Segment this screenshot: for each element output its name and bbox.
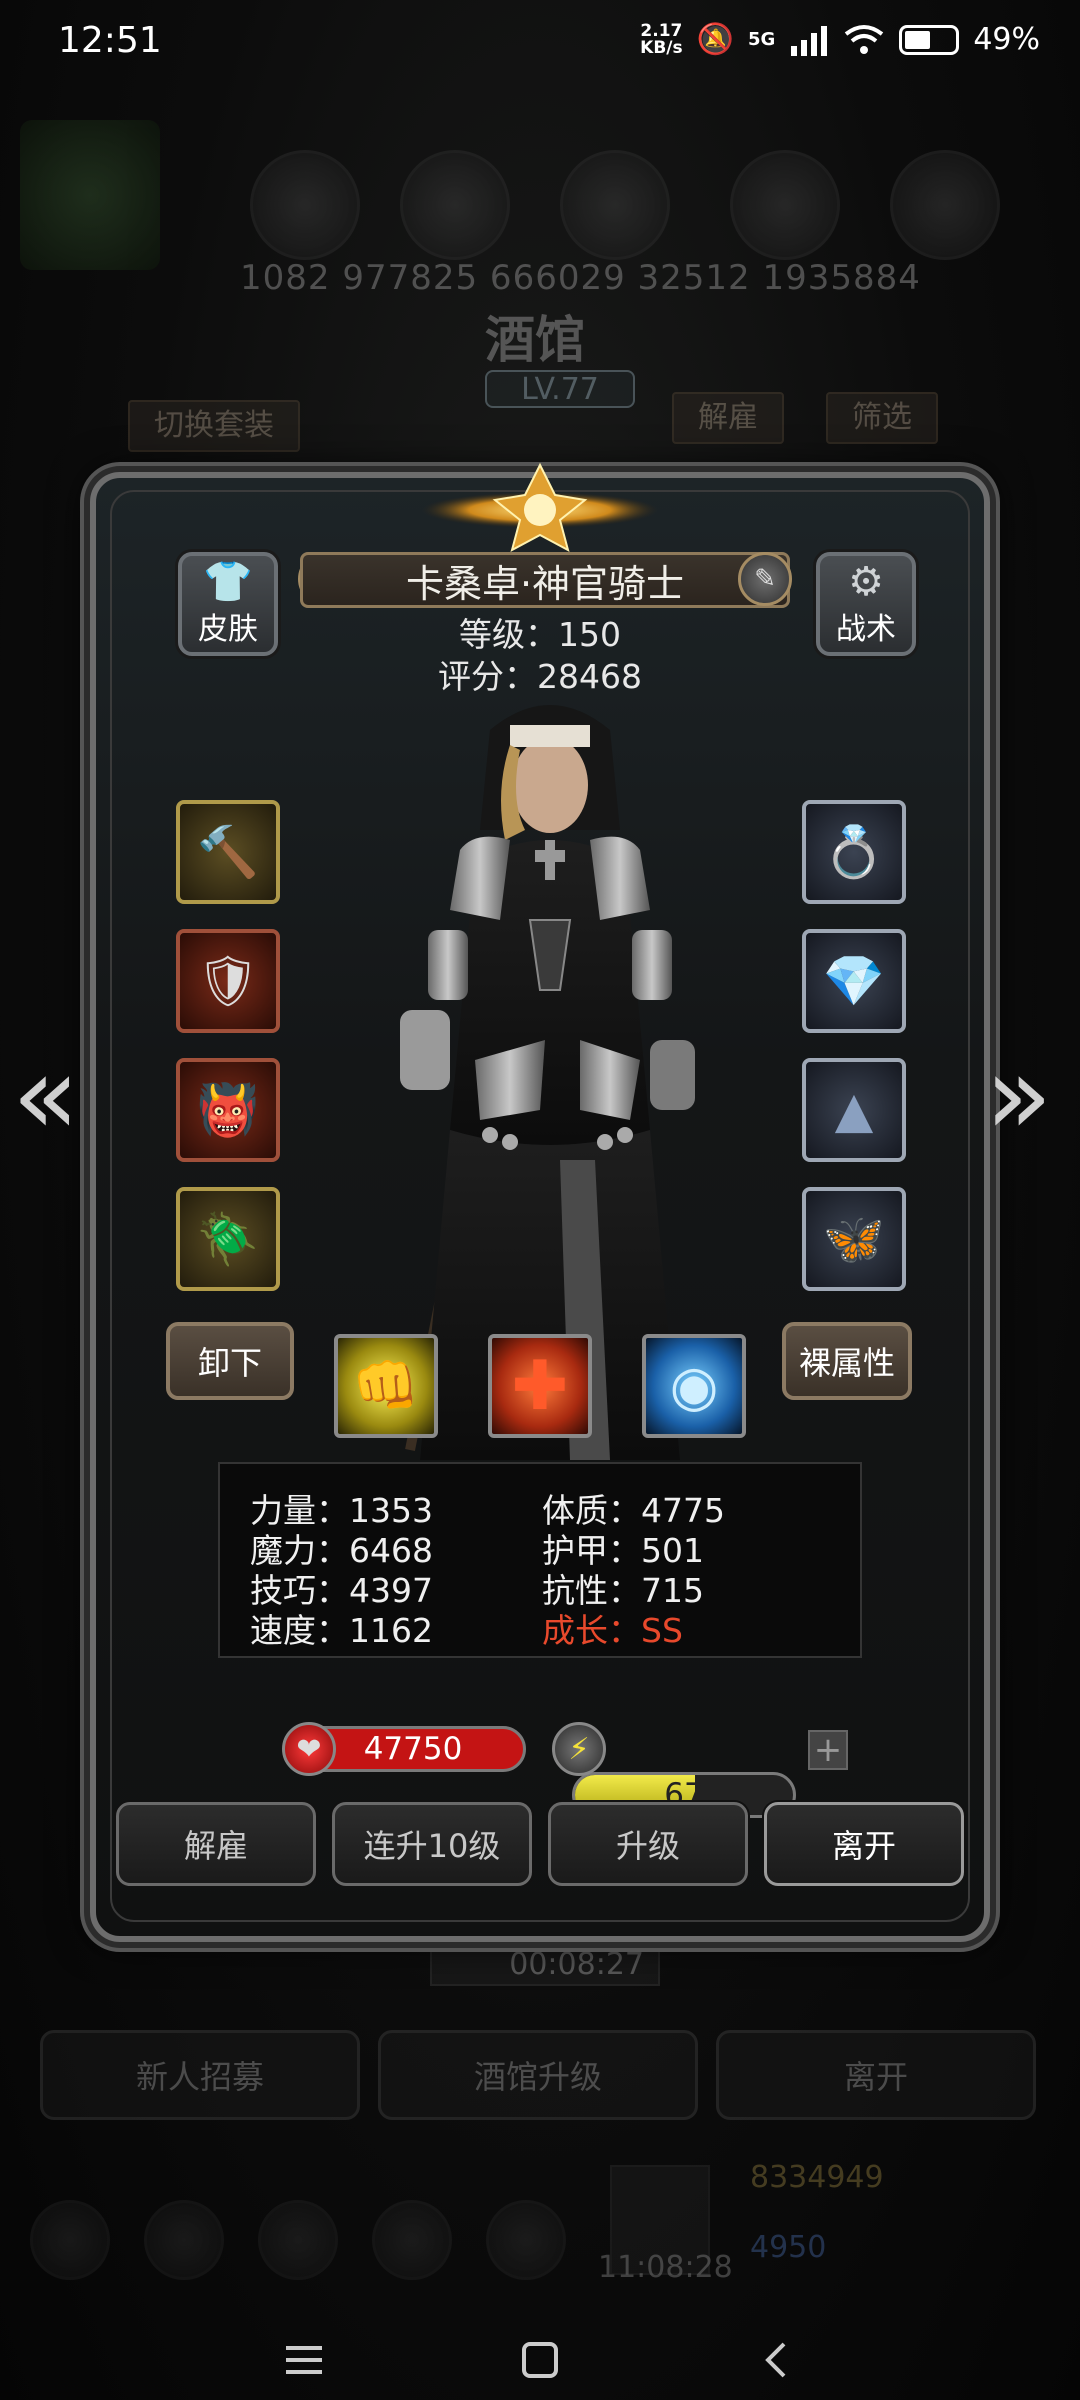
bg-resource-icon: [730, 150, 840, 260]
background-avatar: [20, 120, 160, 270]
screen: { "status_bar": {"time": "12:51", "speed…: [0, 0, 1080, 2400]
tactics-button[interactable]: ⚙ 战术: [816, 552, 916, 656]
equip-slot-crown[interactable]: 💍: [802, 800, 906, 904]
stats-panel: 力量：1353 魔力：6468 技巧：4397 速度：1162 体质：4775 …: [218, 1462, 862, 1658]
dismiss-tab[interactable]: 解雇: [672, 392, 784, 444]
bg-menu-icons: [30, 2200, 566, 2280]
dismiss-button[interactable]: 解雇: [116, 1802, 316, 1886]
bg-resource-numbers: 1082 977825 666029 32512 1935884: [240, 258, 921, 298]
lightning-icon: ⚡: [552, 1722, 606, 1776]
equip-slot-weapon[interactable]: 🔨: [176, 800, 280, 904]
previous-hero-arrow[interactable]: «: [12, 1040, 79, 1150]
stat-speed: 速度：1162: [250, 1611, 433, 1650]
fist-icon: 👊: [352, 1354, 420, 1417]
bg-gems: 4950: [750, 2230, 827, 2265]
status-time: 12:51: [58, 20, 162, 61]
recruit-button[interactable]: 新人招募: [40, 2030, 360, 2120]
stat-growth: 成长：SS: [542, 1611, 683, 1650]
butterfly-wings-icon: 🦋: [822, 1209, 886, 1268]
equip-slot-accessory[interactable]: 🪲: [176, 1187, 280, 1291]
pyramid-icon: ▲: [834, 1081, 874, 1139]
crown-icon: 💍: [822, 822, 886, 881]
bg-resource-icon: [560, 150, 670, 260]
eye-icon: ◉: [669, 1353, 719, 1419]
skin-button[interactable]: 👕 皮肤: [178, 552, 278, 656]
leave-button[interactable]: 离开: [764, 1802, 964, 1886]
armor-icon: 🛡: [196, 951, 260, 1010]
network-type: 5G: [748, 29, 776, 50]
heart-icon: ❤: [282, 1722, 336, 1776]
bg-resource-icon: [890, 150, 1000, 260]
level-up-button[interactable]: 升级: [548, 1802, 748, 1886]
home-icon[interactable]: [520, 2340, 560, 2380]
bg-gold: 8334949: [750, 2160, 884, 2195]
equip-slot-helmet[interactable]: 👹: [176, 1058, 280, 1162]
battery-icon: [899, 24, 960, 55]
tavern-title: 酒馆: [485, 310, 585, 369]
hp-value: 47750: [363, 1731, 463, 1767]
bare-attributes-button[interactable]: 裸属性: [782, 1322, 912, 1400]
add-energy-button[interactable]: +: [808, 1730, 848, 1770]
golden-amulet-icon: 🪲: [196, 1209, 260, 1268]
filter-tab[interactable]: 筛选: [826, 392, 938, 444]
hero-name: 卡桑卓·神官骑士: [405, 561, 685, 606]
edit-icon[interactable]: ✎: [738, 552, 792, 606]
next-hero-arrow[interactable]: »: [985, 1040, 1052, 1150]
bg-resource-icon: [250, 150, 360, 260]
mute-icon: 🔕: [696, 22, 734, 57]
skill-heal[interactable]: ✚: [488, 1334, 592, 1438]
equip-slot-wings[interactable]: 🦋: [802, 1187, 906, 1291]
status-icons: 2.17 KB/s 🔕 5G 49%: [640, 22, 1040, 57]
wifi-icon: [845, 24, 884, 54]
bg-bottom-timer: 11:08:28: [598, 2250, 733, 2285]
bg-leave-button[interactable]: 离开: [716, 2030, 1036, 2120]
demon-helmet-icon: 👹: [196, 1080, 260, 1139]
tavern-level: LV.77: [485, 370, 635, 408]
level-up-10-button[interactable]: 连升10级: [332, 1802, 532, 1886]
switch-outfit-tab[interactable]: 切换套装: [128, 400, 300, 452]
emblem-icon: [422, 462, 658, 552]
bg-resource-icon: [400, 150, 510, 260]
network-speed: 2.17 KB/s: [640, 20, 683, 58]
hero-name-plate: 卡桑卓·神官骑士: [300, 552, 790, 608]
shirt-icon: 👕: [203, 559, 253, 605]
battery-percent: 49%: [973, 22, 1040, 57]
upgrade-tavern-button[interactable]: 酒馆升级: [378, 2030, 698, 2120]
skill-fist[interactable]: 👊: [334, 1334, 438, 1438]
gear-icon: ⚙: [848, 559, 884, 605]
cross-icon: ✚: [511, 1346, 569, 1426]
blue-gem-icon: 💎: [822, 951, 886, 1010]
back-icon[interactable]: [756, 2340, 796, 2380]
skill-eye[interactable]: ◉: [642, 1334, 746, 1438]
equip-slot-armor[interactable]: 🛡: [176, 929, 280, 1033]
hero-level: 等级：150: [459, 615, 621, 654]
bg-timer: 00:08:27: [430, 1942, 660, 1986]
mace-icon: 🔨: [196, 822, 260, 881]
equip-slot-pyramid[interactable]: ▲: [802, 1058, 906, 1162]
signal-icon: [791, 25, 828, 56]
menu-icon[interactable]: [284, 2340, 324, 2380]
equip-slot-gem[interactable]: 💎: [802, 929, 906, 1033]
unequip-button[interactable]: 卸下: [166, 1322, 294, 1400]
bg-bottom-buttons: 新人招募 酒馆升级 离开: [40, 2030, 1036, 2120]
